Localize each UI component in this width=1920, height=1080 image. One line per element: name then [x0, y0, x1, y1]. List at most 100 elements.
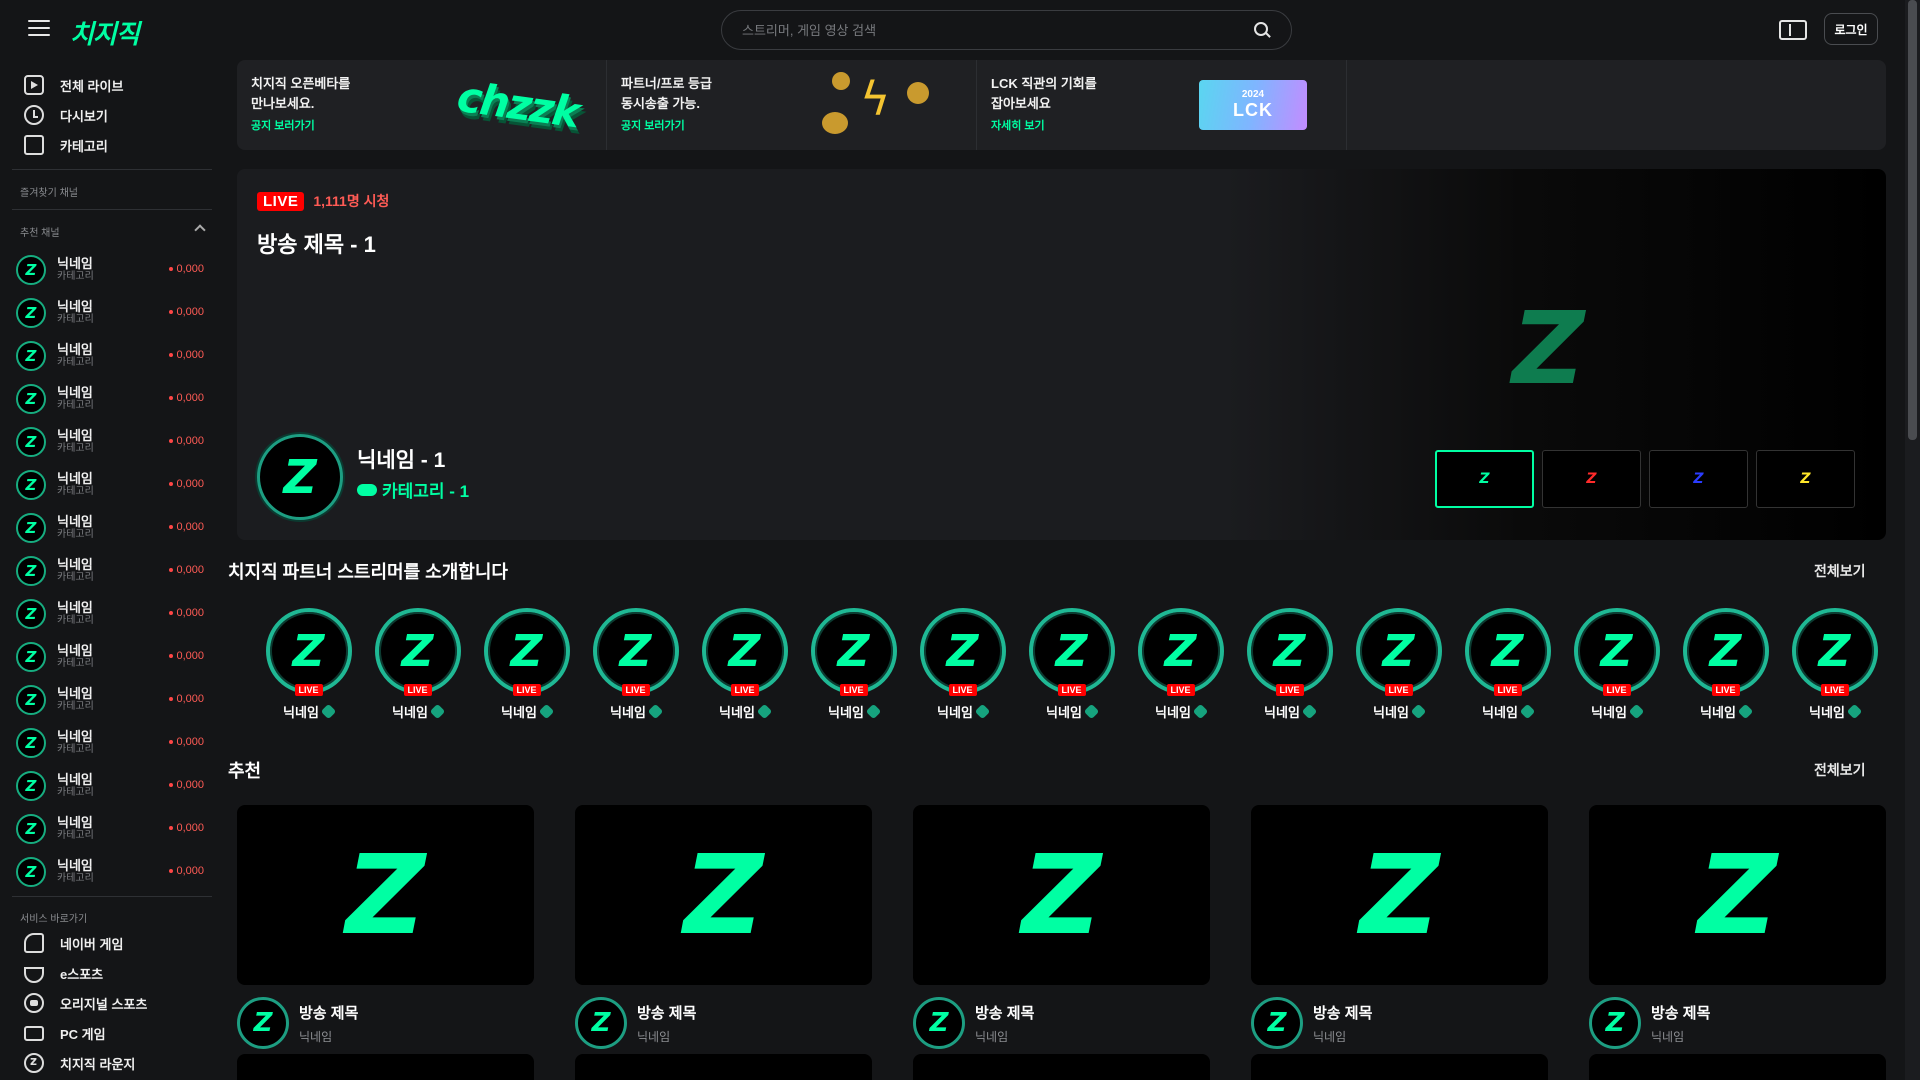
avatar: Z [16, 856, 46, 887]
service-lounge[interactable]: 치지직 라운지 [24, 1048, 135, 1078]
avatar[interactable]: Z [257, 434, 343, 520]
login-button[interactable]: 로그인 [1824, 13, 1878, 45]
channel-item[interactable]: Z 닉네임 카테고리 0,000 [16, 549, 212, 592]
service-original-sports[interactable]: 오리지널 스포츠 [24, 988, 147, 1018]
avatar[interactable]: Z [1589, 997, 1641, 1049]
thumbnail-2[interactable]: Z [1542, 450, 1641, 508]
partner-item[interactable]: Z LIVE 닉네임 [254, 608, 363, 721]
channel-item[interactable]: Z 닉네임 카테고리 0,000 [16, 678, 212, 721]
partner-item[interactable]: Z LIVE 닉네임 [690, 608, 799, 721]
video-thumbnail[interactable]: Z [575, 805, 872, 985]
streamer-nickname[interactable]: 닉네임 [299, 1028, 358, 1045]
streamer-nickname[interactable]: 닉네임 [1651, 1028, 1710, 1045]
video-title[interactable]: 방송 제목 [1651, 1002, 1710, 1023]
video-card[interactable]: Z Z 방송 제목닉네임 [1589, 805, 1886, 1049]
channel-item[interactable]: Z 닉네임 카테고리 0,000 [16, 248, 212, 291]
service-esports[interactable]: e스포츠 [24, 958, 103, 988]
banner-open-beta[interactable]: 치지직 오픈베타를 만나보세요. 공지 보러가기 chzzk [237, 60, 607, 150]
avatar[interactable]: Z [1251, 997, 1303, 1049]
thumbnail-3[interactable]: Z [1649, 450, 1748, 508]
chzzk-z-icon: Z [1512, 290, 1585, 407]
video-thumbnail[interactable] [237, 1054, 534, 1080]
partner-item[interactable]: Z LIVE 닉네임 [1562, 608, 1671, 721]
partner-item[interactable]: Z LIVE 닉네임 [1344, 608, 1453, 721]
partners-see-all[interactable]: 전체보기 [1814, 561, 1866, 581]
streamer-nickname[interactable]: 닉네임 [637, 1028, 696, 1045]
video-title[interactable]: 방송 제목 [299, 1002, 358, 1023]
channel-item[interactable]: Z 닉네임 카테고리 0,000 [16, 291, 212, 334]
nav-category[interactable]: 카테고리 [24, 130, 108, 160]
logo[interactable]: 치지직 [70, 14, 140, 51]
viewer-count: 0,000 [169, 865, 204, 877]
nav-replay[interactable]: 다시보기 [24, 100, 108, 130]
video-title[interactable]: 방송 제목 [637, 1002, 696, 1023]
partner-item[interactable]: Z LIVE 닉네임 [472, 608, 581, 721]
scrollbar-thumb[interactable] [1908, 0, 1917, 440]
partner-item[interactable]: Z LIVE 닉네임 [1235, 608, 1344, 721]
channel-item[interactable]: Z 닉네임 카테고리 0,000 [16, 506, 212, 549]
channel-item[interactable]: Z 닉네임 카테고리 0,000 [16, 721, 212, 764]
avatar: Z [16, 469, 46, 500]
search-input[interactable] [742, 22, 1253, 38]
channel-item[interactable]: Z 닉네임 카테고리 0,000 [16, 850, 212, 893]
video-thumbnail[interactable]: Z [1589, 805, 1886, 985]
stream-category[interactable]: 카테고리 - 1 [357, 477, 469, 502]
recommend-title: 추천 [228, 761, 262, 781]
thumbnail-4[interactable]: Z [1756, 450, 1855, 508]
channel-item[interactable]: Z 닉네임 카테고리 0,000 [16, 635, 212, 678]
nav-label: 전체 라이브 [60, 78, 124, 94]
partner-item[interactable]: Z LIVE 닉네임 [1126, 608, 1235, 721]
menu-icon[interactable] [28, 20, 50, 38]
channel-item[interactable]: Z 닉네임 카테고리 0,000 [16, 764, 212, 807]
partner-item[interactable]: Z LIVE 닉네임 [1780, 608, 1889, 721]
streamer-nickname[interactable]: 닉네임 - 1 [357, 444, 445, 474]
channel-item[interactable]: Z 닉네임 카테고리 0,000 [16, 463, 212, 506]
avatar[interactable]: Z [237, 997, 289, 1049]
partner-item[interactable]: Z LIVE 닉네임 [1453, 608, 1562, 721]
partner-item[interactable]: Z LIVE 닉네임 [1671, 608, 1780, 721]
video-thumbnail[interactable]: Z [913, 805, 1210, 985]
video-title[interactable]: 방송 제목 [975, 1002, 1034, 1023]
viewer-count: 0,000 [169, 478, 204, 490]
video-card[interactable]: Z Z 방송 제목닉네임 [575, 805, 872, 1049]
video-thumbnail[interactable] [1589, 1054, 1886, 1080]
service-naver-game[interactable]: 네이버 게임 [24, 928, 123, 958]
ticket-icon[interactable] [1779, 20, 1807, 40]
stream-title[interactable]: 방송 제목 - 1 [257, 227, 376, 259]
partner-item[interactable]: Z LIVE 닉네임 [581, 608, 690, 721]
video-thumbnail[interactable]: Z [1251, 805, 1548, 985]
channel-item[interactable]: Z 닉네임 카테고리 0,000 [16, 807, 212, 850]
banner-lck[interactable]: LCK 직관의 기회를 잡아보세요 자세히 보기 2024 LCK [977, 60, 1347, 150]
avatar[interactable]: Z [575, 997, 627, 1049]
streamer-nickname[interactable]: 닉네임 [975, 1028, 1034, 1045]
video-card[interactable]: Z Z 방송 제목닉네임 [913, 805, 1210, 1049]
thumbnail-1[interactable]: Z [1435, 450, 1534, 508]
chevron-up-icon[interactable] [194, 224, 206, 236]
streamer-nickname[interactable]: 닉네임 [1313, 1028, 1372, 1045]
video-thumbnail[interactable] [1251, 1054, 1548, 1080]
banner-partner[interactable]: 파트너/프로 등급 동시송출 가능. 공지 보러가기 ϟ [607, 60, 977, 150]
video-thumbnail[interactable] [575, 1054, 872, 1080]
channel-item[interactable]: Z 닉네임 카테고리 0,000 [16, 334, 212, 377]
avatar[interactable]: Z [913, 997, 965, 1049]
video-title[interactable]: 방송 제목 [1313, 1002, 1372, 1023]
featured-live[interactable]: LIVE 1,111명 시청 방송 제목 - 1 Z Z 닉네임 - 1 카테고… [237, 169, 1886, 540]
service-pc-game[interactable]: PC 게임 [24, 1018, 106, 1048]
channel-item[interactable]: Z 닉네임 카테고리 0,000 [16, 377, 212, 420]
nav-all-live[interactable]: 전체 라이브 [24, 70, 123, 100]
video-thumbnail[interactable]: Z [237, 805, 534, 985]
channel-list: Z 닉네임 카테고리 0,000 Z 닉네임 카테고리 0,000 Z 닉네임 카테고리 0,00… [16, 248, 212, 893]
video-card[interactable]: Z Z 방송 제목닉네임 [1251, 805, 1548, 1049]
search-icon[interactable] [1253, 21, 1271, 39]
channel-item[interactable]: Z 닉네임 카테고리 0,000 [16, 420, 212, 463]
partner-item[interactable]: Z LIVE 닉네임 [363, 608, 472, 721]
recommend-see-all[interactable]: 전체보기 [1814, 760, 1866, 780]
partner-item[interactable]: Z LIVE 닉네임 [799, 608, 908, 721]
partner-item[interactable]: Z LIVE 닉네임 [1017, 608, 1126, 721]
video-thumbnail[interactable] [913, 1054, 1210, 1080]
scrollbar[interactable] [1905, 0, 1920, 1080]
channel-item[interactable]: Z 닉네임 카테고리 0,000 [16, 592, 212, 635]
video-card[interactable]: Z Z 방송 제목닉네임 [237, 805, 534, 1049]
verified-icon [1192, 703, 1209, 720]
partner-item[interactable]: Z LIVE 닉네임 [908, 608, 1017, 721]
